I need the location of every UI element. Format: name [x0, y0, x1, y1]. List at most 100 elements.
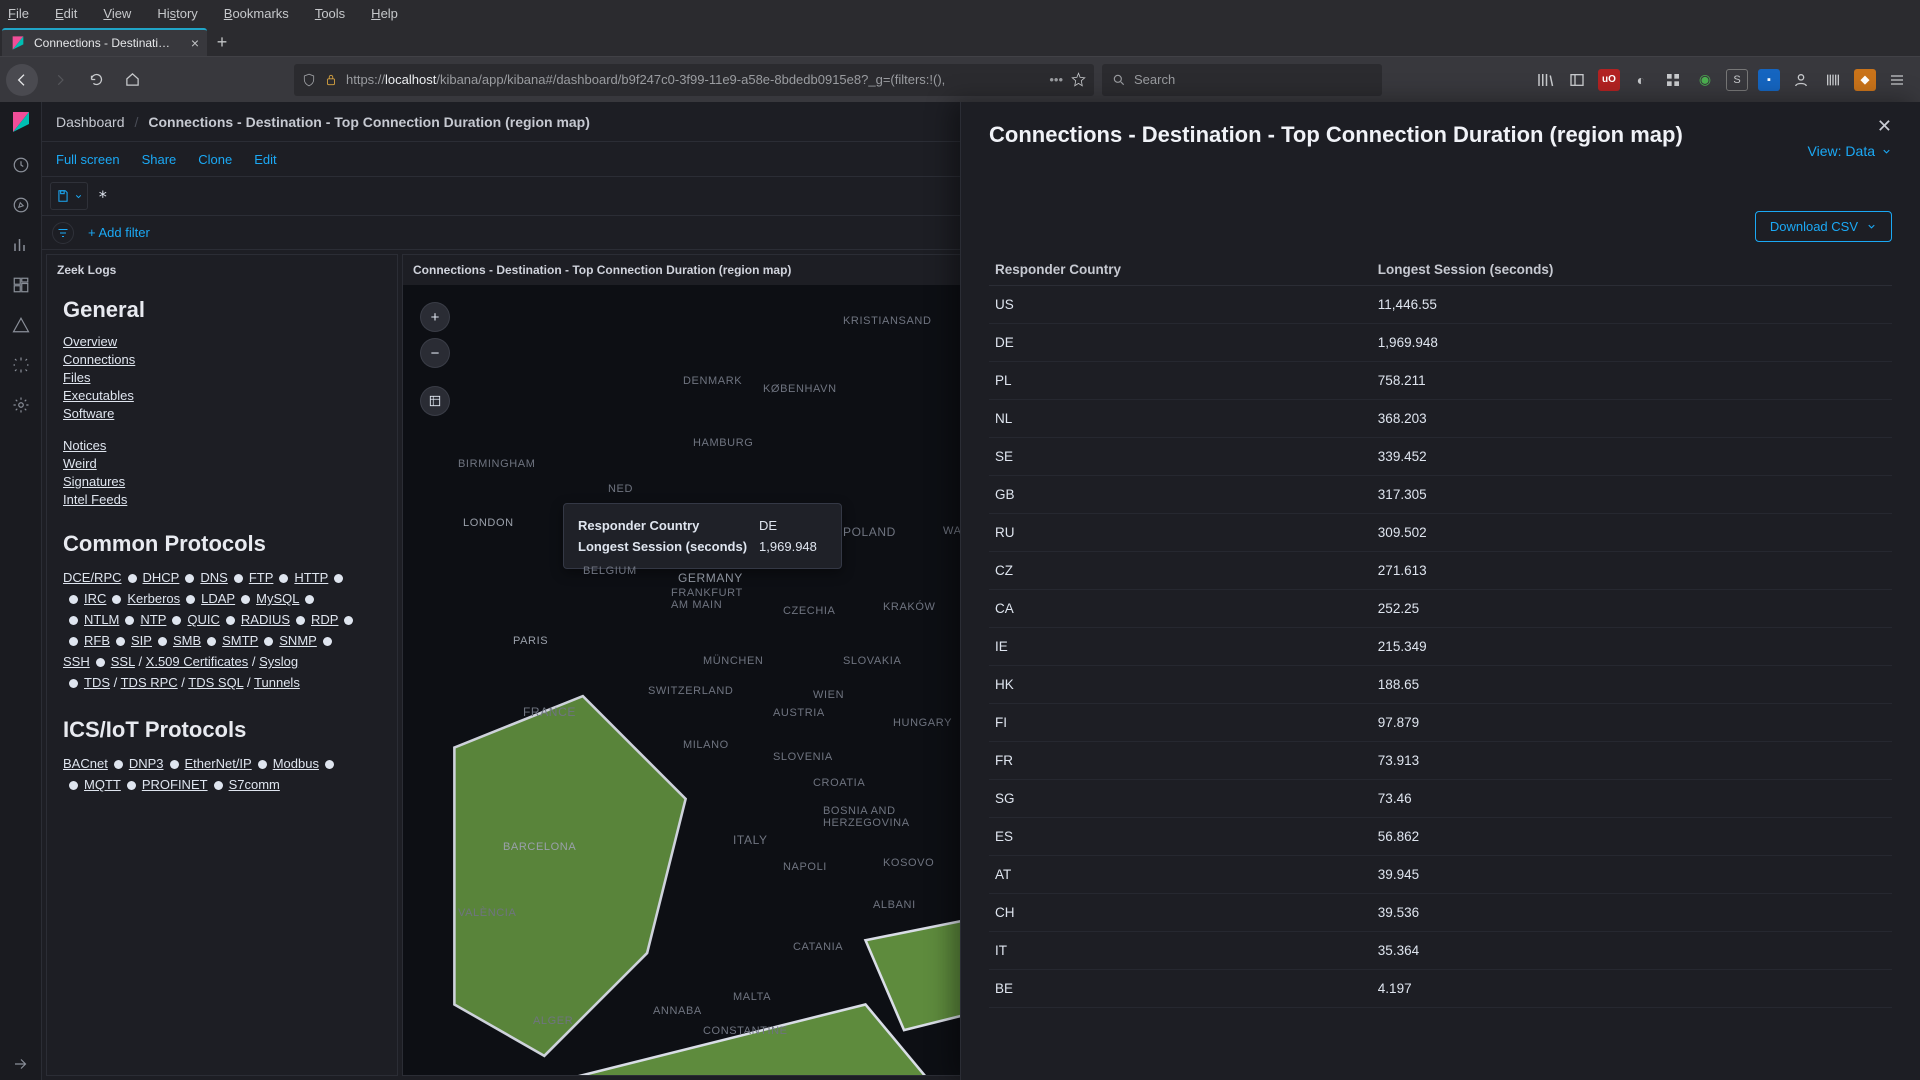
nav-visualize-icon[interactable]	[10, 234, 32, 256]
flyout-view-toggle[interactable]: View: Data	[1808, 143, 1892, 159]
menu-bookmarks[interactable]: Bookmarks	[224, 6, 289, 21]
menu-edit[interactable]: Edit	[55, 6, 77, 21]
nav-alert-icon[interactable]	[10, 314, 32, 336]
table-row[interactable]: CZ271.613	[989, 552, 1892, 590]
table-row[interactable]: NL368.203	[989, 400, 1892, 438]
zeek-link[interactable]: Intel Feeds	[63, 492, 127, 507]
hamburger-menu-icon[interactable]	[1886, 69, 1908, 91]
protocol-link[interactable]: HTTP	[294, 570, 328, 585]
action-edit[interactable]: Edit	[254, 152, 276, 167]
zeek-link[interactable]: Signatures	[63, 474, 125, 489]
protocol-link[interactable]: FTP	[249, 570, 274, 585]
url-bar[interactable]: https://localhost/kibana/app/kibana#/das…	[294, 64, 1094, 96]
protocol-link[interactable]: DHCP	[143, 570, 180, 585]
ublock-icon[interactable]: uO	[1598, 69, 1620, 91]
action-share[interactable]: Share	[142, 152, 177, 167]
saved-query-button[interactable]	[50, 182, 88, 210]
page-actions-icon[interactable]: •••	[1049, 72, 1063, 87]
nav-discover-icon[interactable]	[10, 194, 32, 216]
nav-devtools-icon[interactable]	[10, 354, 32, 376]
table-row[interactable]: FR73.913	[989, 742, 1892, 780]
breadcrumb-root[interactable]: Dashboard	[56, 114, 125, 130]
protocol-link[interactable]: NTP	[140, 612, 166, 627]
table-header-session[interactable]: Longest Session (seconds)	[1372, 254, 1892, 286]
table-row[interactable]: GB317.305	[989, 476, 1892, 514]
extension-orange-icon[interactable]: ◆	[1854, 69, 1876, 91]
protocol-link[interactable]: EtherNet/IP	[185, 756, 252, 771]
menu-tools[interactable]: Tools	[315, 6, 345, 21]
kibana-logo[interactable]	[7, 108, 35, 136]
browser-search-bar[interactable]: Search	[1102, 64, 1382, 96]
nav-management-icon[interactable]	[10, 394, 32, 416]
protocol-link[interactable]: Syslog	[259, 654, 298, 669]
nav-dashboard-icon[interactable]	[10, 274, 32, 296]
table-row[interactable]: CA252.25	[989, 590, 1892, 628]
protocol-link[interactable]: X.509 Certificates	[146, 654, 249, 669]
table-row[interactable]: SG73.46	[989, 780, 1892, 818]
download-csv-button[interactable]: Download CSV	[1755, 211, 1892, 242]
table-row[interactable]: IE215.349	[989, 628, 1892, 666]
table-row[interactable]: US11,446.55	[989, 286, 1892, 324]
protocol-link[interactable]: DNS	[200, 570, 227, 585]
extension-s-icon[interactable]: S	[1726, 69, 1748, 91]
extension-blue-icon[interactable]: ▪	[1758, 69, 1780, 91]
protocol-link[interactable]: IRC	[84, 591, 106, 606]
protocol-link[interactable]: RDP	[311, 612, 338, 627]
protocol-link[interactable]: SIP	[131, 633, 152, 648]
filter-options-button[interactable]	[52, 222, 74, 244]
nav-recent-icon[interactable]	[10, 154, 32, 176]
protocol-link[interactable]: TDS SQL	[188, 675, 243, 690]
zeek-link[interactable]: Executables	[63, 388, 134, 403]
table-header-country[interactable]: Responder Country	[989, 254, 1372, 286]
map-fit-button[interactable]	[421, 387, 449, 415]
protocol-link[interactable]: Tunnels	[254, 675, 300, 690]
table-row[interactable]: ES56.862	[989, 818, 1892, 856]
protocol-link[interactable]: NTLM	[84, 612, 119, 627]
extension-green-icon[interactable]: ◉	[1694, 69, 1716, 91]
flyout-close-button[interactable]: ✕	[1808, 116, 1892, 137]
zeek-link[interactable]: Notices	[63, 438, 106, 453]
protocol-link[interactable]: QUIC	[187, 612, 220, 627]
protocol-link[interactable]: DCE/RPC	[63, 570, 122, 585]
library-icon[interactable]	[1534, 69, 1556, 91]
protocol-link[interactable]: TDS RPC	[121, 675, 178, 690]
nav-reload-button[interactable]	[82, 66, 110, 94]
protocol-link[interactable]: SMB	[173, 633, 201, 648]
zeek-link[interactable]: Connections	[63, 352, 135, 367]
protocol-link[interactable]: RADIUS	[241, 612, 290, 627]
protocol-link[interactable]: MySQL	[256, 591, 299, 606]
bookmark-star-icon[interactable]	[1071, 72, 1086, 87]
table-row[interactable]: BE4.197	[989, 970, 1892, 1008]
extension-bars-icon[interactable]	[1822, 69, 1844, 91]
menu-help[interactable]: Help	[371, 6, 398, 21]
table-row[interactable]: FI97.879	[989, 704, 1892, 742]
profile-icon[interactable]	[1790, 69, 1812, 91]
nav-collapse-icon[interactable]	[10, 1058, 32, 1080]
protocol-link[interactable]: SSL	[111, 654, 135, 669]
sidebar-toggle-icon[interactable]	[1566, 69, 1588, 91]
zeek-link[interactable]: Overview	[63, 334, 117, 349]
new-tab-button[interactable]: +	[207, 28, 237, 56]
protocol-link[interactable]: MQTT	[84, 777, 121, 792]
protocol-link[interactable]: S7comm	[229, 777, 280, 792]
menu-file[interactable]: File	[8, 6, 29, 21]
nav-back-button[interactable]	[6, 64, 38, 96]
action-full-screen[interactable]: Full screen	[56, 152, 120, 167]
table-row[interactable]: CH39.536	[989, 894, 1892, 932]
browser-tab-active[interactable]: Connections - Destinati… ×	[2, 28, 207, 56]
menu-history[interactable]: History	[157, 6, 197, 21]
menu-view[interactable]: View	[103, 6, 131, 21]
protocol-link[interactable]: SSH	[63, 654, 90, 669]
protocol-link[interactable]: LDAP	[201, 591, 235, 606]
extension-dark-icon[interactable]: ◐	[1630, 69, 1652, 91]
map-zoom-in-button[interactable]: +	[421, 303, 449, 331]
table-row[interactable]: AT39.945	[989, 856, 1892, 894]
protocol-link[interactable]: SMTP	[222, 633, 258, 648]
protocol-link[interactable]: PROFINET	[142, 777, 208, 792]
protocol-link[interactable]: DNP3	[129, 756, 164, 771]
table-row[interactable]: PL758.211	[989, 362, 1892, 400]
zeek-link[interactable]: Files	[63, 370, 90, 385]
protocol-link[interactable]: BACnet	[63, 756, 108, 771]
table-row[interactable]: IT35.364	[989, 932, 1892, 970]
nav-home-button[interactable]	[118, 66, 146, 94]
